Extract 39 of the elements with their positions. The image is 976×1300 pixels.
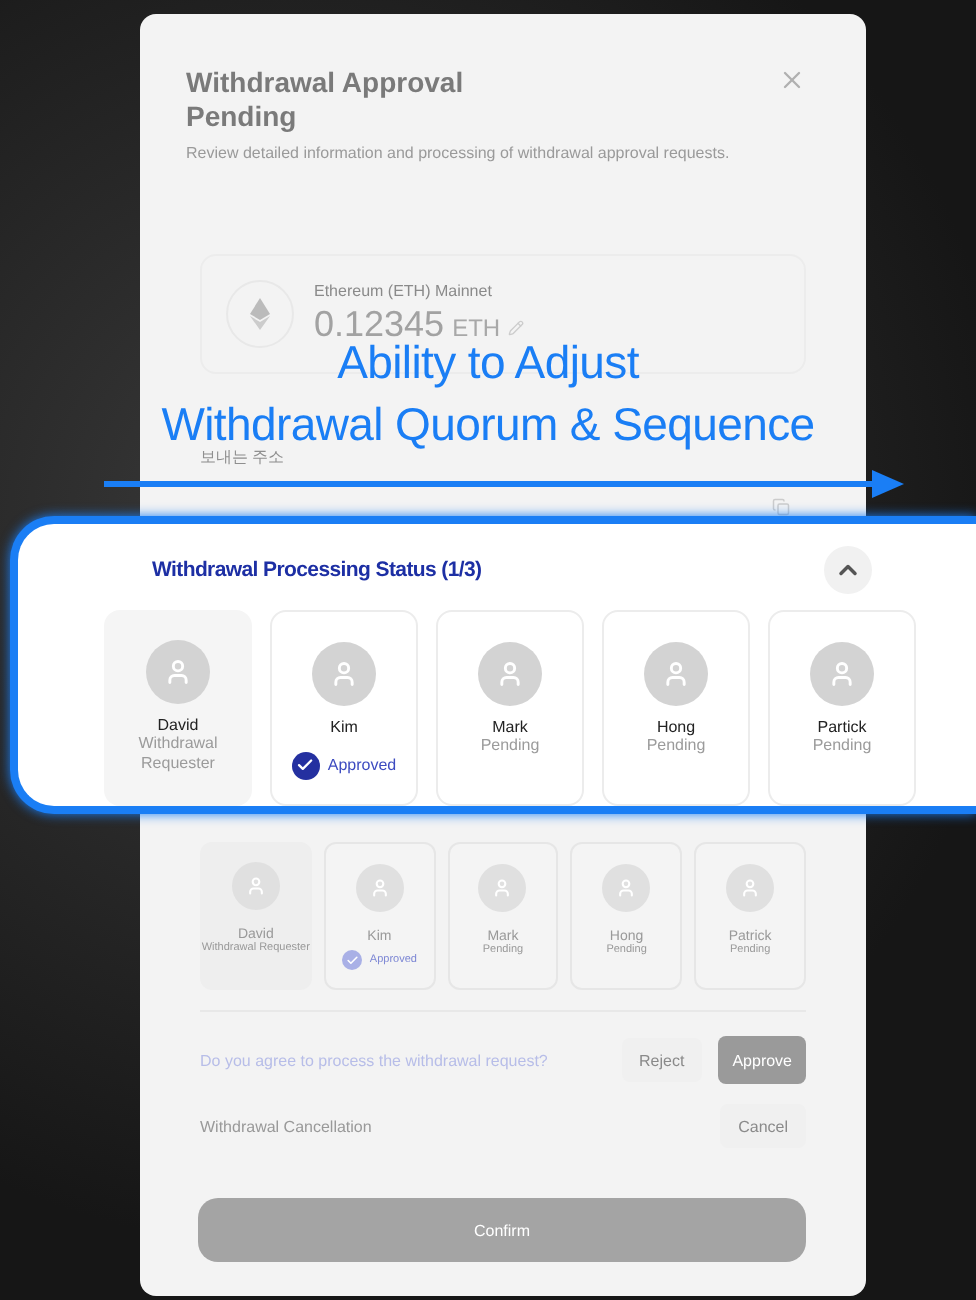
arrow-icon bbox=[104, 470, 904, 498]
approval-status: Pending bbox=[812, 736, 872, 756]
avatar-icon bbox=[726, 864, 775, 912]
approver-name: Hong bbox=[656, 718, 696, 736]
close-icon[interactable] bbox=[778, 66, 806, 94]
avatar-icon bbox=[602, 864, 651, 912]
amount-unit: ETH bbox=[452, 314, 501, 342]
check-icon bbox=[291, 752, 320, 780]
confirm-button[interactable]: Confirm bbox=[198, 1198, 806, 1262]
approval-status: Approved bbox=[327, 756, 397, 776]
avatar-icon bbox=[312, 642, 376, 706]
approver-name: David bbox=[157, 716, 199, 734]
approval-status: Withdrawal Requester bbox=[136, 734, 220, 774]
approval-status: Pending bbox=[480, 736, 540, 756]
dialog-subtitle: Review detailed information and processing of withdrawal approval requests. bbox=[186, 144, 730, 162]
avatar-icon bbox=[478, 642, 542, 706]
copy-icon[interactable] bbox=[772, 497, 790, 515]
callout-headline: Withdrawal Quorum & Sequence bbox=[161, 396, 815, 450]
avatar-icon bbox=[478, 864, 527, 912]
dialog-title: Withdrawal Approval Pending bbox=[186, 66, 466, 134]
cancellation-label: Withdrawal Cancellation bbox=[200, 1117, 372, 1135]
approver-name: Partick bbox=[817, 718, 867, 736]
edit-icon[interactable] bbox=[508, 320, 525, 336]
approver-name: Kim bbox=[330, 718, 358, 736]
approver-name: Mark bbox=[492, 718, 528, 736]
agree-question: Do you agree to process the withdrawal request? bbox=[200, 1051, 548, 1069]
check-icon bbox=[341, 950, 362, 970]
panel-title: Withdrawal Processing Status (1/3) bbox=[152, 558, 482, 582]
avatar-icon bbox=[810, 642, 874, 706]
approve-button[interactable]: Approve bbox=[718, 1036, 806, 1084]
ethereum-icon bbox=[226, 280, 294, 348]
avatar-icon bbox=[146, 640, 210, 704]
address-label: 보내는 주소 bbox=[200, 446, 285, 468]
avatar-icon bbox=[644, 642, 708, 706]
avatar-icon bbox=[231, 862, 280, 910]
network-name: Ethereum (ETH) Mainnet bbox=[314, 282, 494, 300]
avatar-icon bbox=[355, 864, 404, 912]
approval-status: Pending bbox=[646, 736, 706, 756]
collapse-button[interactable] bbox=[824, 546, 872, 594]
